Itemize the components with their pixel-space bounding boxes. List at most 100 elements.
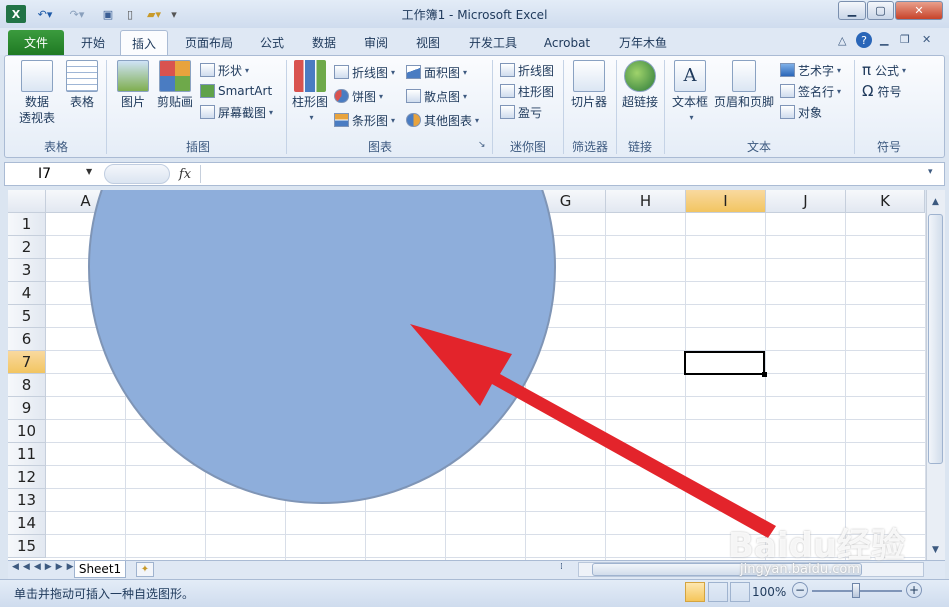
column-chart-label: 柱形图	[291, 95, 328, 109]
scatter-chart-button[interactable]: 散点图 ▾	[406, 86, 467, 106]
row-header-14[interactable]: 14	[8, 512, 46, 535]
tab-developer[interactable]: 开发工具	[460, 30, 526, 55]
minimize-button[interactable]: ▁	[838, 1, 866, 20]
symbol-label: 符号	[877, 84, 902, 99]
pie-chart-button[interactable]: 饼图 ▾	[334, 86, 383, 106]
picture-button[interactable]: 图片	[114, 60, 152, 110]
vertical-scroll-thumb[interactable]	[928, 214, 943, 464]
row-header-13[interactable]: 13	[8, 489, 46, 512]
area-chart-icon	[406, 65, 421, 79]
other-charts-icon	[406, 113, 421, 127]
page-break-view-icon[interactable]	[730, 582, 750, 602]
smartart-button[interactable]: SmartArt	[200, 81, 272, 101]
pivot-table-icon	[21, 60, 53, 92]
row-header-6[interactable]: 6	[8, 328, 46, 351]
group-label-symbols: 符号	[876, 140, 901, 154]
column-chart-button[interactable]: 柱形图 ▾	[290, 60, 330, 126]
textbox-button[interactable]: A 文本框 ▾	[668, 60, 712, 126]
sparkline-line-button[interactable]: 折线图	[500, 60, 554, 80]
header-footer-button[interactable]: 页眉和页脚	[712, 60, 776, 110]
screenshot-button[interactable]: 屏幕截图 ▾	[200, 102, 273, 122]
formula-input[interactable]	[200, 165, 920, 183]
red-arrow-icon	[410, 324, 776, 538]
group-separator	[664, 60, 665, 154]
line-chart-button[interactable]: 折线图 ▾	[334, 62, 395, 82]
object-button[interactable]: 对象	[780, 102, 822, 122]
tab-acrobat[interactable]: Acrobat	[536, 30, 598, 55]
row-header-4[interactable]: 4	[8, 282, 46, 305]
row-header-2[interactable]: 2	[8, 236, 46, 259]
scatter-chart-label: 散点图	[424, 89, 461, 104]
tab-insert[interactable]: 插入	[120, 30, 168, 55]
table-button[interactable]: 表格	[62, 60, 102, 110]
sparkline-winloss-button[interactable]: 盈亏	[500, 102, 542, 122]
expand-formula-bar-icon[interactable]: ▾	[928, 167, 933, 177]
wordart-label: 艺术字	[798, 63, 835, 78]
row-header-8[interactable]: 8	[8, 374, 46, 397]
tab-wannian-muyu[interactable]: 万年木鱼	[610, 30, 676, 55]
baidu-watermark-url: jingyan.baidu.com	[740, 562, 860, 577]
slicer-button[interactable]: 切片器	[566, 60, 612, 110]
sparkline-winloss-label: 盈亏	[518, 105, 543, 120]
zoom-slider-thumb[interactable]	[852, 583, 860, 598]
tab-review[interactable]: 审阅	[354, 30, 398, 55]
zoom-out-icon[interactable]: −	[792, 582, 808, 598]
select-all-corner[interactable]	[8, 190, 46, 213]
normal-view-icon[interactable]	[685, 582, 705, 602]
sheet-tab-sheet1[interactable]: Sheet1	[74, 561, 126, 578]
bar-chart-icon	[334, 113, 349, 127]
scroll-down-icon[interactable]: ▼	[927, 541, 944, 558]
workbook-restore-icon[interactable]: ❐	[900, 33, 910, 46]
tab-formulas[interactable]: 公式	[250, 30, 294, 55]
zoom-in-icon[interactable]: +	[906, 582, 922, 598]
chart-dialog-launcher-icon[interactable]: ↘	[478, 140, 486, 150]
row-header-1[interactable]: 1	[8, 213, 46, 236]
screenshot-icon	[200, 105, 215, 119]
row-header-9[interactable]: 9	[8, 397, 46, 420]
formula-bar-splitter[interactable]	[104, 164, 170, 184]
sparkline-column-icon	[500, 84, 515, 98]
row-header-3[interactable]: 3	[8, 259, 46, 282]
close-button[interactable]: ✕	[895, 1, 943, 20]
group-label-tables: 表格	[43, 140, 68, 154]
row-header-15[interactable]: 15	[8, 535, 46, 558]
tab-view[interactable]: 视图	[406, 30, 450, 55]
row-header-11[interactable]: 11	[8, 443, 46, 466]
wordart-button[interactable]: 艺术字 ▾	[780, 60, 841, 80]
help-icon[interactable]: ?	[856, 32, 872, 48]
insert-sheet-icon[interactable]: ✦	[136, 562, 154, 577]
maximize-button[interactable]: ▢	[867, 1, 894, 20]
minimize-ribbon-icon[interactable]: △	[838, 34, 846, 47]
name-box-dropdown-icon[interactable]: ▼	[86, 167, 92, 176]
row-header-5[interactable]: 5	[8, 305, 46, 328]
row-header-12[interactable]: 12	[8, 466, 46, 489]
zoom-level[interactable]: 100%	[752, 585, 786, 599]
pivot-table-button[interactable]: 数据 透视表	[12, 60, 62, 126]
signature-line-button[interactable]: 签名行 ▾	[780, 81, 841, 101]
page-layout-view-icon[interactable]	[708, 582, 728, 602]
group-separator	[563, 60, 564, 154]
group-label-links: 链接	[627, 140, 652, 154]
insert-function-button[interactable]: fx	[172, 164, 198, 184]
tab-home[interactable]: 开始	[70, 30, 116, 55]
row-header-10[interactable]: 10	[8, 420, 46, 443]
shapes-button[interactable]: 形状 ▾	[200, 60, 249, 80]
area-chart-button[interactable]: 面积图 ▾	[406, 62, 467, 82]
tab-file[interactable]: 文件	[8, 30, 64, 55]
tab-split-handle[interactable]: ⁞	[560, 562, 574, 577]
sparkline-column-button[interactable]: 柱形图	[500, 81, 554, 101]
equation-button[interactable]: π 公式 ▾	[862, 60, 906, 80]
clipart-button[interactable]: 剪贴画	[154, 60, 196, 110]
symbol-button[interactable]: Ω 符号	[862, 81, 901, 101]
other-charts-button[interactable]: 其他图表 ▾	[406, 110, 479, 130]
scroll-up-icon[interactable]: ▲	[927, 193, 944, 210]
sheet-nav-icons[interactable]: ◀◀◀▶▶▶	[12, 562, 78, 572]
workbook-close-icon[interactable]: ✕	[922, 33, 931, 46]
other-charts-label: 其他图表	[424, 113, 473, 128]
workbook-minimize-icon[interactable]: ▁	[880, 33, 888, 46]
row-header-7[interactable]: 7	[8, 351, 46, 374]
hyperlink-button[interactable]: 超链接	[618, 60, 662, 110]
tab-page-layout[interactable]: 页面布局	[176, 30, 242, 55]
bar-chart-button[interactable]: 条形图 ▾	[334, 110, 395, 130]
tab-data[interactable]: 数据	[302, 30, 346, 55]
